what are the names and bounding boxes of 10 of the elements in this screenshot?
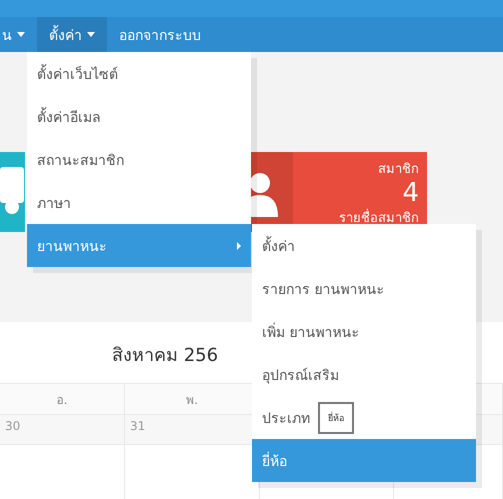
tooltip: ยี่ห้อ <box>318 402 354 434</box>
card-title: สมาชิก <box>378 161 419 179</box>
weekday-header: อ. <box>0 383 125 415</box>
nav-item[interactable]: น <box>0 17 37 52</box>
calendar-title: สิงหาคม 256 <box>112 344 218 368</box>
nav-item[interactable]: ตั้งค่า <box>37 17 107 52</box>
card-value: 4 <box>402 179 419 207</box>
date-cell: 30 <box>0 415 125 445</box>
menu-item-label[interactable]: ประเภท <box>262 406 310 428</box>
nav-item[interactable]: ออกจากระบบ <box>107 17 213 52</box>
